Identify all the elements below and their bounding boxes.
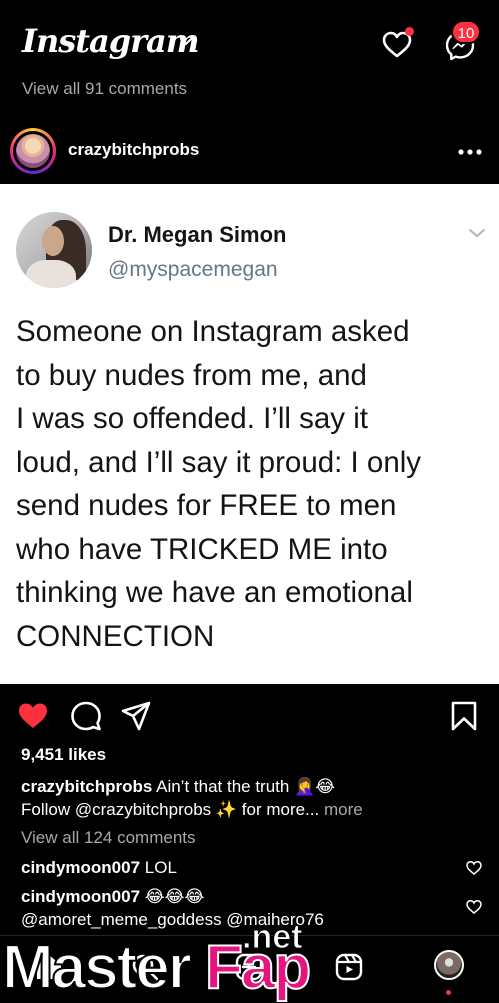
comment-text: LOL [144,858,177,877]
post-actions [0,684,499,744]
more-icon[interactable] [458,148,482,156]
messages-badge: 10 [451,20,481,44]
post-username[interactable]: crazybitchprobs [68,140,199,160]
tweet-line: thinking we have an emotional [16,576,413,609]
comment-username[interactable]: cindymoon007 [21,887,140,906]
avatar[interactable] [10,128,56,174]
notification-dot [405,27,414,36]
tweet-line: CONNECTION [16,619,215,653]
tweet-line: Someone on Instagram asked [16,315,410,348]
tweet-line: who have TRICKED ME into [16,532,388,566]
post-caption: crazybitchprobs Ain’t that the truth 🤦‍♀… [21,775,491,821]
caption-username[interactable]: crazybitchprobs [21,777,152,796]
share-icon[interactable] [120,700,152,732]
post-header: crazybitchprobs [0,118,499,184]
post-image[interactable]: Dr. Megan Simon @myspacemegan Someone on… [0,184,499,684]
tweet-line: loud, and I’ll say it proud: I only [16,445,422,479]
comment-text: 😂😂😂 [144,887,205,906]
add-icon[interactable] [234,952,264,982]
profile-notification-dot [446,990,451,995]
comment-item: cindymoon007 😂😂😂 @amoret_meme_goddess @m… [21,885,324,931]
comment-item: cindymoon007 LOL [21,856,177,879]
previous-view-comments-link[interactable]: View all 91 comments [22,80,187,100]
top-bar: Instagram 10 [0,0,499,80]
comment-mentions[interactable]: @amoret_meme_goddess @maihero76 [21,908,324,931]
home-icon[interactable] [34,952,64,982]
like-icon[interactable] [17,700,49,732]
profile-icon[interactable] [434,950,464,980]
comment-username[interactable]: cindymoon007 [21,858,140,877]
caption-line2: Follow @crazybitchprobs ✨ for more... [21,800,320,819]
likes-count[interactable]: 9,451 likes [21,745,106,765]
tweet-line: I was so offended. I’ll say it [16,402,368,435]
chevron-down-icon [469,229,485,238]
chevron-down-icon[interactable] [180,38,192,46]
tweet-avatar [16,212,92,288]
comment-like-icon[interactable] [466,899,482,915]
tweet-handle: @myspacemegan [108,258,278,281]
bottom-nav [0,935,499,1001]
view-all-comments-link[interactable]: View all 124 comments [21,828,196,848]
search-icon[interactable] [130,952,160,982]
avatar-image [16,134,50,168]
reels-icon[interactable] [334,952,364,982]
instagram-logo[interactable]: Instagram [22,22,200,60]
comment-like-icon[interactable] [466,860,482,876]
tweet-display-name: Dr. Megan Simon [108,222,287,247]
caption-text: Ain’t that the truth 🤦‍♀️😂 [156,777,336,796]
tweet-text: Someone on Instagram asked to buy nudes … [16,310,486,658]
tweet-line: to buy nudes from me, and [16,358,367,392]
caption-more-link[interactable]: more [324,800,363,819]
comment-icon[interactable] [70,700,102,732]
tweet-line: send nudes for FREE to men [16,489,397,522]
save-icon[interactable] [448,700,480,732]
